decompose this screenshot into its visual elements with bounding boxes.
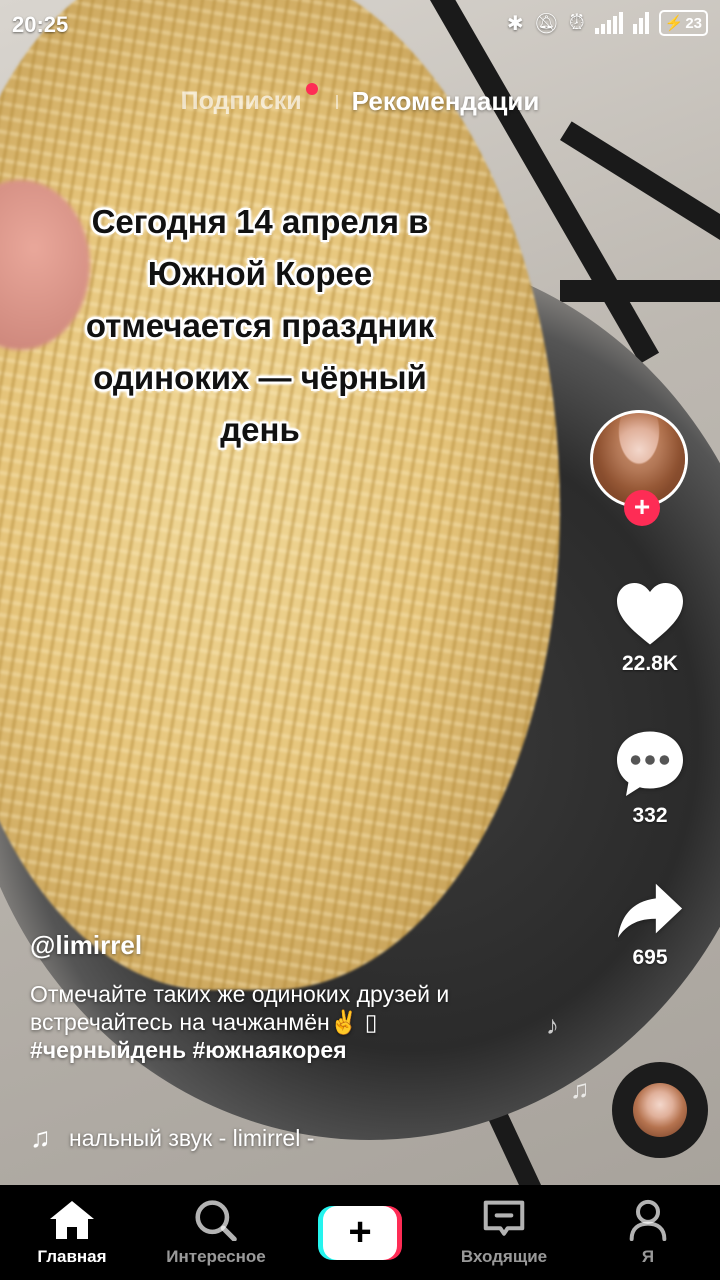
tab-divider	[335, 94, 338, 109]
tab-following-label: Подписки	[180, 87, 302, 115]
battery-icon: ⚡ 23	[658, 10, 708, 36]
like-button[interactable]: 22.8K	[600, 580, 700, 676]
bluetooth-icon: ✱	[506, 12, 524, 35]
nav-discover[interactable]: Интересное	[144, 1199, 288, 1267]
video-caption-overlay: Сегодня 14 апреля в Южной Корее отмечает…	[85, 203, 435, 448]
alarm-icon: ⏰︎	[569, 11, 585, 34]
create-button[interactable]: +	[318, 1205, 402, 1260]
nav-home[interactable]: Главная	[0, 1199, 144, 1267]
emoji-placeholder: ▯	[364, 1009, 378, 1035]
profile-icon	[629, 1199, 667, 1241]
bottom-nav: Главная Интересное + Входящие Я	[0, 1185, 720, 1280]
comment-icon	[617, 731, 683, 796]
notification-dot	[305, 83, 318, 95]
nav-profile-label: Я	[641, 1246, 655, 1266]
nav-create[interactable]: +	[288, 1205, 432, 1260]
post-description: Отмечайте таких же одиноких друзей и вст…	[30, 980, 450, 1064]
post-username[interactable]: @limirrel	[30, 930, 142, 961]
nav-inbox[interactable]: Входящие	[432, 1199, 576, 1267]
inbox-icon	[483, 1200, 525, 1236]
status-icons: ✱ 🔕︎ ⏰︎ ⚡ 23	[507, 10, 708, 36]
description-text: Отмечайте таких же одиноких друзей и вст…	[30, 981, 450, 1035]
tab-following[interactable]: Подписки	[180, 83, 318, 116]
heart-icon	[617, 583, 683, 645]
signal-icon-2	[632, 12, 649, 34]
status-bar: 20:25 ✱ 🔕︎ ⏰︎ ⚡ 23	[0, 0, 720, 48]
follow-button[interactable]: +	[624, 490, 660, 526]
nav-discover-label: Интересное	[166, 1246, 266, 1266]
battery-level: 23	[685, 14, 702, 32]
share-arrow-icon	[617, 883, 683, 938]
feed-tabs: Подписки Рекомендации	[0, 83, 720, 117]
status-time: 20:25	[12, 12, 69, 37]
sound-cover-avatar	[633, 1083, 687, 1137]
nav-inbox-label: Входящие	[460, 1246, 548, 1266]
hashtag-link[interactable]: #черныйдень	[30, 1037, 186, 1063]
comment-count: 332	[632, 804, 668, 827]
tab-recommended[interactable]: Рекомендации	[352, 86, 540, 117]
nav-profile[interactable]: Я	[576, 1199, 720, 1267]
sound-title: нальный звук - limirrel -	[69, 1124, 315, 1151]
floating-note-icon: ♫	[570, 1074, 590, 1104]
sound-disc[interactable]	[612, 1062, 708, 1158]
home-icon	[50, 1200, 94, 1239]
signal-icon	[594, 12, 623, 34]
like-count: 22.8K	[621, 652, 679, 675]
search-icon	[195, 1199, 237, 1241]
sound-row[interactable]: ♫ нальный звук - limirrel -	[30, 1122, 314, 1154]
nav-home-label: Главная	[37, 1246, 107, 1266]
share-count: 695	[632, 946, 668, 969]
comment-button[interactable]: 332	[600, 728, 700, 828]
share-button[interactable]: 695	[600, 880, 700, 970]
plus-icon: +	[323, 1205, 397, 1260]
music-note-icon: ♫	[30, 1122, 51, 1153]
floating-note-icon: ♪	[546, 1010, 559, 1040]
hashtag-link[interactable]: #южнаякорея	[192, 1037, 346, 1063]
mute-icon: 🔕︎	[533, 12, 560, 35]
